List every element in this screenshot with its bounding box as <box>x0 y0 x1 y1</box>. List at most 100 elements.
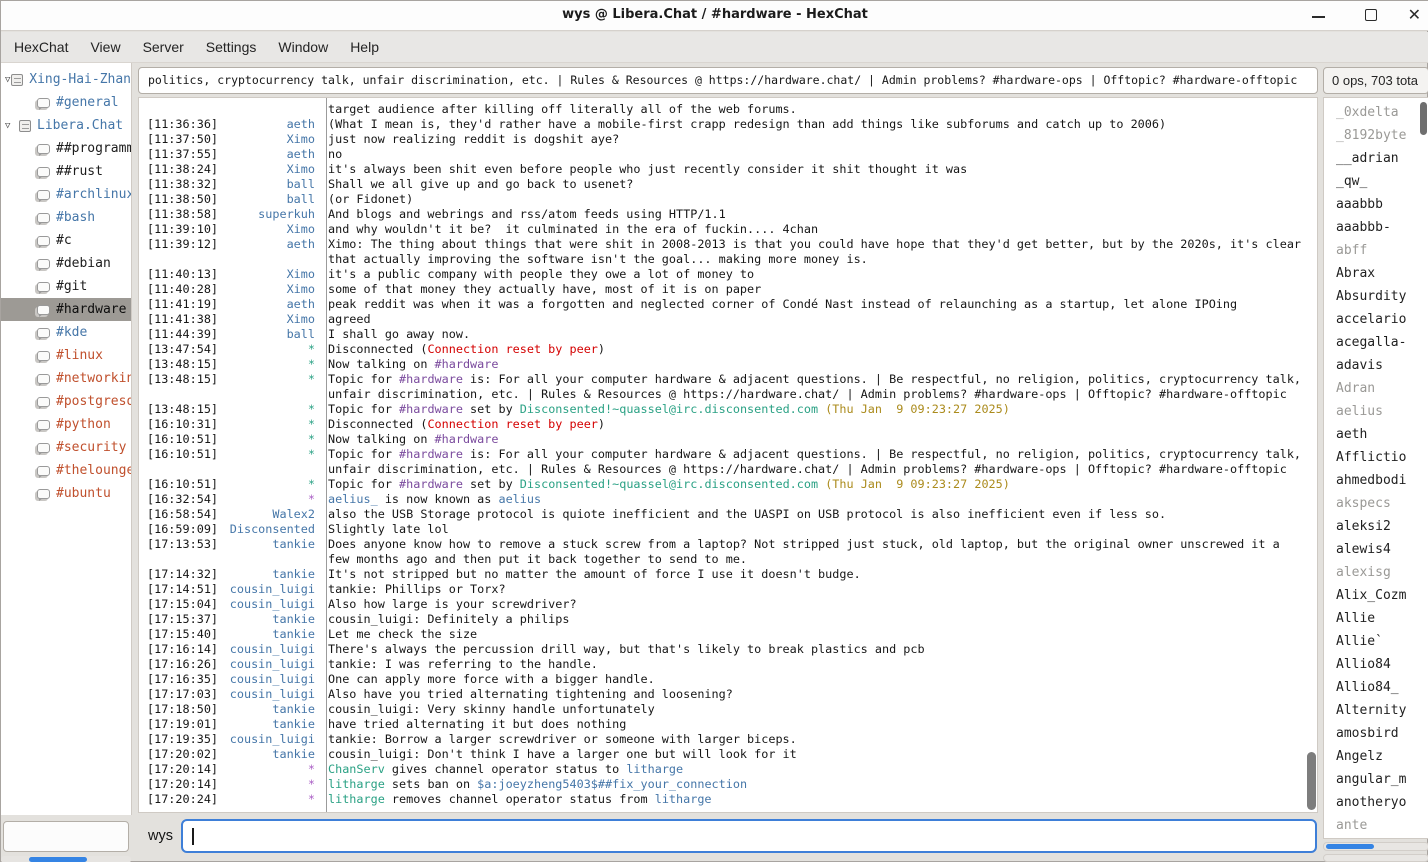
chat-line: [17:16:26]cousin_luigitankie: I was refe… <box>139 657 1317 672</box>
chat-nick <box>215 102 315 117</box>
userlist-hscrollbar-thumb[interactable] <box>1326 844 1374 849</box>
server-item-Libera.Chat[interactable]: ▽Libera.Chat <box>1 114 131 137</box>
user-item[interactable]: Adran <box>1324 377 1428 400</box>
menu-settings[interactable]: Settings <box>195 32 268 63</box>
channel-item-bash[interactable]: #bash <box>1 206 131 229</box>
maximize-icon[interactable] <box>1365 9 1377 21</box>
channel-item-c[interactable]: #c <box>1 229 131 252</box>
channel-item-ubuntu[interactable]: #ubuntu <box>1 482 131 505</box>
user-item[interactable]: _8192byte <box>1324 124 1428 147</box>
chat-timestamp: [11:40:28] <box>139 282 215 297</box>
channel-icon <box>37 259 50 269</box>
channel-item-debian[interactable]: #debian <box>1 252 131 275</box>
chat-timestamp: [13:48:15] <box>139 402 215 417</box>
user-item[interactable]: acegalla- <box>1324 331 1428 354</box>
user-item[interactable]: akspecs <box>1324 492 1428 515</box>
user-item[interactable]: Afflictio <box>1324 446 1428 469</box>
chat-scrollbar-thumb[interactable] <box>1307 752 1316 810</box>
chat-nick: cousin_luigi <box>215 732 315 747</box>
message-input[interactable] <box>181 819 1317 853</box>
hexchat-window: wys @ Libera.Chat / #hardware - HexChat … <box>0 0 1428 862</box>
channel-item-git[interactable]: #git <box>1 275 131 298</box>
chat-nick: * <box>215 447 315 462</box>
user-item[interactable]: Allio84_ <box>1324 676 1428 699</box>
chat-text: have tried alternating it but does nothi… <box>328 717 626 732</box>
user-item[interactable]: Allio84 <box>1324 653 1428 676</box>
channel-item-security[interactable]: #security <box>1 436 131 459</box>
user-item[interactable]: Angelz <box>1324 745 1428 768</box>
user-item[interactable]: alewis4 <box>1324 538 1428 561</box>
chat-timestamp: [16:10:51] <box>139 432 215 447</box>
channel-item-programming[interactable]: ##programming <box>1 137 131 160</box>
channel-icon <box>37 98 50 108</box>
chat-timestamp <box>139 552 215 567</box>
user-item[interactable]: Alix_Cozm <box>1324 584 1428 607</box>
user-item[interactable]: aaabbb <box>1324 193 1428 216</box>
channel-item-thelounge[interactable]: #thelounge <box>1 459 131 482</box>
user-item[interactable]: accelario <box>1324 308 1428 331</box>
close-icon[interactable]: ✕ <box>1408 5 1421 24</box>
userlist-hscrollbar-trough[interactable] <box>1323 854 1428 862</box>
user-item[interactable]: Allie` <box>1324 630 1428 653</box>
channel-item-archlinux[interactable]: #archlinux <box>1 183 131 206</box>
chat-timestamp: [17:14:32] <box>139 567 215 582</box>
channel-item-general[interactable]: #general <box>1 91 131 114</box>
chat-timestamp: [13:48:15] <box>139 372 215 387</box>
tree-label: #general <box>56 95 119 110</box>
channel-item-kde[interactable]: #kde <box>1 321 131 344</box>
chat-text: litharge removes channel operator status… <box>328 792 712 807</box>
chat-text: tankie: Phillips or Torx? <box>328 582 506 597</box>
user-item[interactable]: _qw_ <box>1324 170 1428 193</box>
menu-help[interactable]: Help <box>339 32 390 63</box>
userlist-scrollbar-thumb[interactable] <box>1420 102 1427 135</box>
expander-icon[interactable]: ▽ <box>5 121 19 131</box>
user-item[interactable]: abff <box>1324 239 1428 262</box>
user-item[interactable]: anotheryo <box>1324 791 1428 814</box>
user-item[interactable]: alexisg <box>1324 561 1428 584</box>
user-item[interactable]: aaabbb- <box>1324 216 1428 239</box>
user-item[interactable]: aeth <box>1324 423 1428 446</box>
user-item[interactable]: amosbird <box>1324 722 1428 745</box>
user-item[interactable]: ante <box>1324 814 1428 837</box>
chat-line: [11:40:28]Ximosome of that money they ac… <box>139 282 1317 297</box>
menu-hexchat[interactable]: HexChat <box>3 32 79 63</box>
menu-window[interactable]: Window <box>267 32 339 63</box>
userlist-hscrollbar[interactable] <box>1323 842 1428 851</box>
chat-timestamp: [11:36:36] <box>139 117 215 132</box>
user-item[interactable]: __adrian <box>1324 147 1428 170</box>
user-item[interactable]: Absurdity <box>1324 285 1428 308</box>
user-list[interactable]: _0xdelta_8192byte__adrian_qw_aaabbbaaabb… <box>1323 97 1428 839</box>
channel-item-linux[interactable]: #linux <box>1 344 131 367</box>
topic-input[interactable]: politics, cryptocurrency talk, unfair di… <box>138 67 1318 94</box>
user-item[interactable]: Abrax <box>1324 262 1428 285</box>
tree-hscrollbar[interactable] <box>1 856 131 862</box>
chat-text: Topic for #hardware set by Disconsented!… <box>328 402 1010 417</box>
user-item[interactable]: Alternity <box>1324 699 1428 722</box>
minimize-icon[interactable] <box>1312 16 1325 18</box>
user-item[interactable]: angular_m <box>1324 768 1428 791</box>
user-item[interactable]: ahmedbodi <box>1324 469 1428 492</box>
channel-icon <box>37 443 50 453</box>
menu-view[interactable]: View <box>79 32 131 63</box>
chat-line: [17:19:35]cousin_luigitankie: Borrow a l… <box>139 732 1317 747</box>
chat-area[interactable]: target audience after killing off litera… <box>138 97 1318 813</box>
channel-item-postgresql[interactable]: #postgresql <box>1 390 131 413</box>
chat-nick <box>215 552 315 567</box>
channel-item-python[interactable]: #python <box>1 413 131 436</box>
server-item-Xing-Hai-Zhan[interactable]: ▽Xing-Hai-Zhan <box>1 68 131 91</box>
menu-server[interactable]: Server <box>132 32 195 63</box>
user-item[interactable]: adavis <box>1324 354 1428 377</box>
tree-hscrollbar-thumb[interactable] <box>29 857 87 862</box>
user-item[interactable]: aelius <box>1324 400 1428 423</box>
channel-tree[interactable]: ▽Xing-Hai-Zhan #general ▽Libera.Chat##prog… <box>1 63 132 815</box>
user-item[interactable]: Allie <box>1324 607 1428 630</box>
channel-item-rust[interactable]: ##rust <box>1 160 131 183</box>
user-item[interactable]: aleksi2 <box>1324 515 1428 538</box>
chat-line: [13:48:15]*Topic for #hardware set by Di… <box>139 402 1317 417</box>
channel-item-hardware[interactable]: #hardware <box>1 298 131 321</box>
user-item[interactable]: _0xdelta <box>1324 101 1428 124</box>
channel-item-networking[interactable]: #networking <box>1 367 131 390</box>
chat-text: no <box>328 147 342 162</box>
chat-nick: cousin_luigi <box>215 672 315 687</box>
chat-timestamp <box>139 252 215 267</box>
